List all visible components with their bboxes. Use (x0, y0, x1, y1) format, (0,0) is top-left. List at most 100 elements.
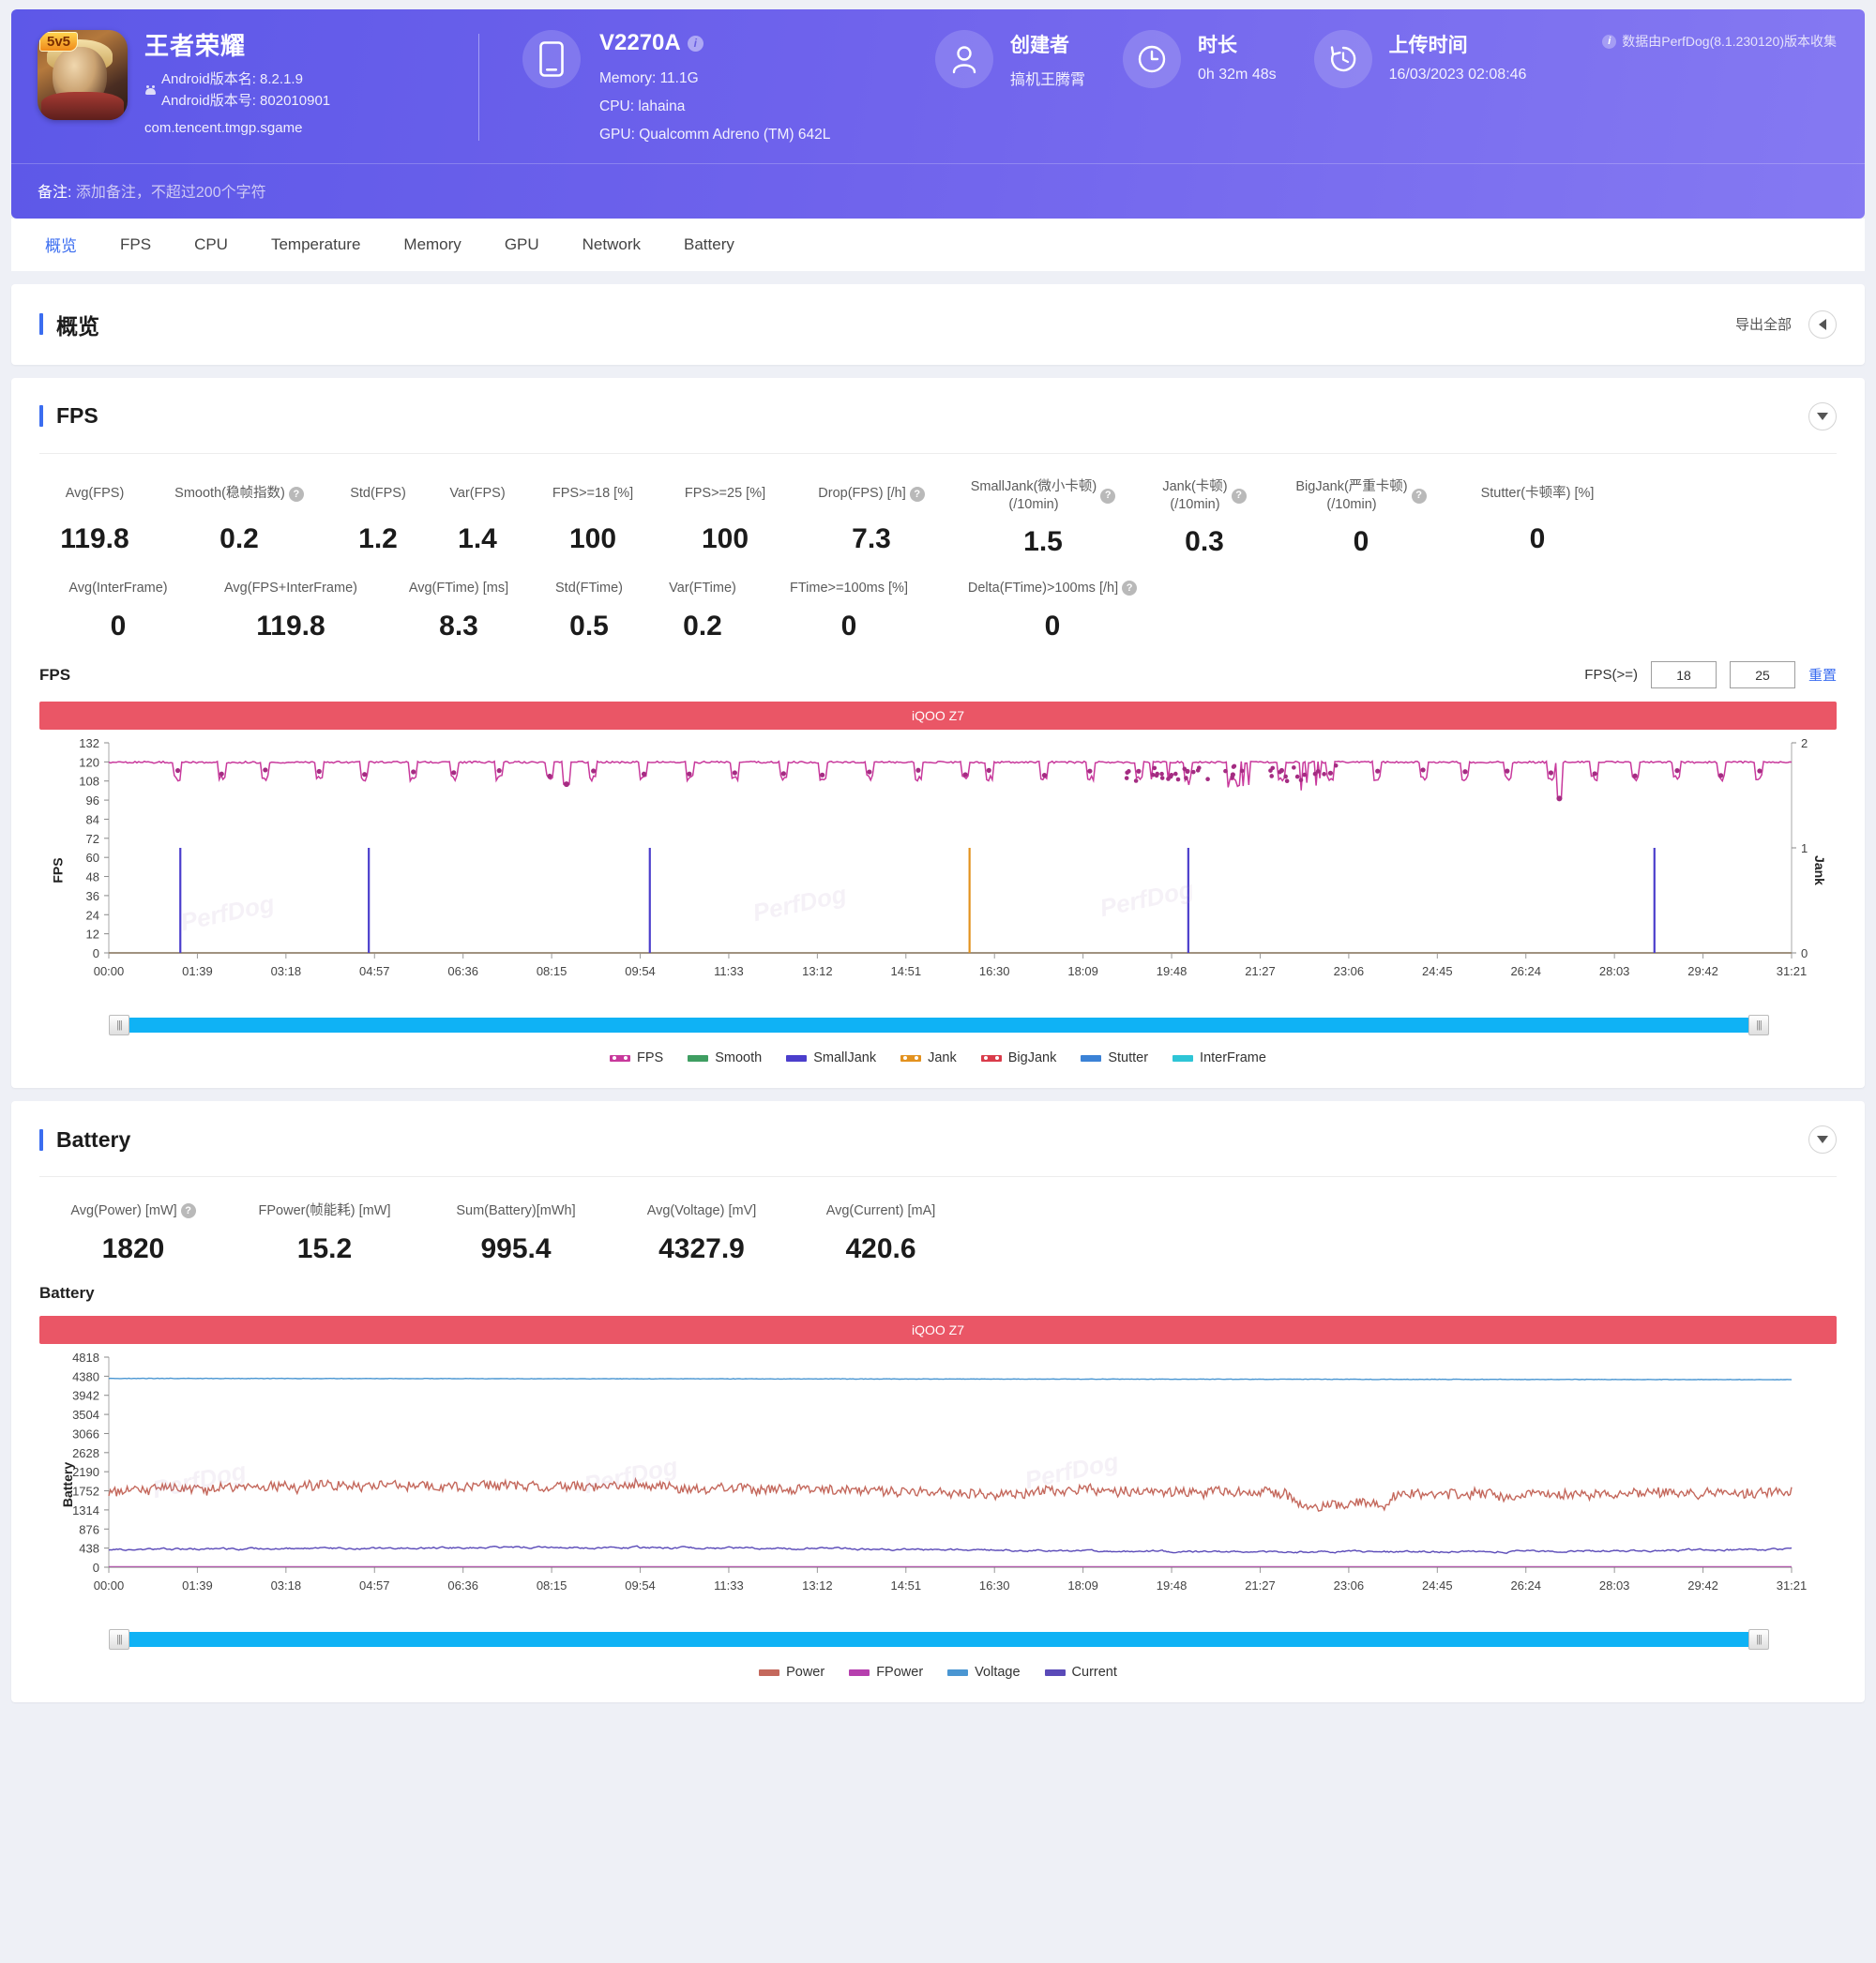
help-icon[interactable]: ? (909, 486, 925, 502)
legend-item[interactable]: BigJank (980, 1050, 1056, 1065)
svg-text:0: 0 (1801, 946, 1808, 960)
scrollbar-track[interactable] (129, 1018, 1748, 1034)
metric-label: Sum(Battery)[mWh] (456, 1202, 576, 1218)
metric-value: 0 (840, 611, 857, 642)
device-info-block: V2270A i Memory: 11.1G CPU: lahaina GPU:… (522, 30, 898, 150)
battery-collapse-button[interactable] (1808, 1125, 1837, 1155)
svg-text:19:48: 19:48 (1157, 964, 1188, 978)
scrollbar-handle-left[interactable]: ||| (109, 1629, 129, 1651)
tab-network[interactable]: Network (581, 220, 643, 269)
legend-item[interactable]: SmallJank (786, 1050, 876, 1065)
metric-var-fps: Var(FPS) 1.4 (428, 478, 527, 555)
legend-label: SmallJank (813, 1050, 877, 1066)
legend-item[interactable]: Power (759, 1665, 825, 1680)
fps-chart-svg: 0122436486072849610812013201200:00 01:39 0… (79, 736, 1808, 978)
legend-item[interactable]: Smooth (688, 1050, 762, 1065)
metric-value: 7.3 (852, 522, 891, 554)
tab-cpu[interactable]: CPU (192, 220, 230, 269)
fps-metrics-row-1: Avg(FPS) 119.8 Smooth(稳帧指数)? 0.2 Std(FPS… (39, 478, 1837, 559)
info-icon[interactable]: i (687, 35, 704, 52)
tab-gpu[interactable]: GPU (503, 220, 541, 269)
note-row[interactable]: 备注: 添加备注，不超过200个字符 (11, 162, 1865, 219)
metric-value: 0 (1529, 522, 1546, 554)
metric-var-ftime: Var(FTime) 0.2 (645, 579, 760, 642)
metric-label: Stutter(卡顿率) [%] (1480, 486, 1595, 502)
tab-overview[interactable]: 概览 (43, 218, 79, 271)
svg-text:01:39: 01:39 (182, 964, 213, 978)
collapse-sidebar-button[interactable] (1808, 310, 1837, 339)
fps-chart-device-bar: iQOO Z7 (39, 702, 1837, 731)
metric-label: FTime>=100ms [%] (790, 580, 908, 596)
help-icon[interactable]: ? (1231, 488, 1247, 504)
scrollbar-handle-left[interactable]: ||| (109, 1015, 129, 1036)
app-icon-art-armor (41, 92, 124, 120)
page-root: 5v5 王者荣耀 Android版本名: 8.2.1.9 Android版本号:… (0, 0, 1876, 1730)
metric-value: 0.2 (219, 522, 259, 554)
android-version-name-value: 8.2.1.9 (260, 71, 303, 88)
fps-y2-axis-title: Jank (1812, 855, 1828, 886)
collector-text: 数据由PerfDog(8.1.230120)版本收集 (1622, 34, 1837, 49)
tab-memory[interactable]: Memory (401, 220, 462, 269)
legend-item[interactable]: InterFrame (1172, 1050, 1266, 1065)
upload-time-label: 上传时间 (1388, 35, 1468, 56)
tab-fps[interactable]: FPS (118, 220, 153, 269)
fps-threshold-input-1[interactable] (1650, 661, 1717, 689)
metric-avg-fps: Avg(FPS) 119.8 (39, 478, 150, 555)
legend-swatch-icon (1172, 1054, 1194, 1062)
fps-threshold-input-2[interactable] (1729, 661, 1795, 689)
fps-collapse-button[interactable] (1808, 401, 1837, 430)
battery-plot-area[interactable]: Battery PerfDog PerfDog PerfDog 0 438 876 1… (39, 1344, 1837, 1625)
metric-value: 100 (568, 522, 617, 554)
help-icon[interactable]: ? (180, 1203, 196, 1219)
svg-text:14:51: 14:51 (891, 1578, 922, 1593)
svg-text:16:30: 16:30 (979, 964, 1010, 978)
header-divider (478, 34, 479, 141)
app-package-name: com.tencent.tmgp.sgame (144, 119, 303, 136)
fps-plot-area[interactable]: FPS Jank PerfDog PerfDog PerfDog 0 12 24 36… (39, 730, 1837, 1011)
tab-battery[interactable]: Battery (682, 220, 736, 269)
legend-item[interactable]: FPower (849, 1665, 923, 1680)
scrollbar-handle-right[interactable]: ||| (1748, 1629, 1769, 1651)
svg-text:14:51: 14:51 (891, 964, 922, 978)
svg-text:29:42: 29:42 (1687, 964, 1718, 978)
tab-bar: 概览 FPS CPU Temperature Memory GPU Networ… (11, 218, 1865, 271)
legend-swatch-icon (980, 1054, 1002, 1062)
svg-text:13:12: 13:12 (802, 964, 833, 978)
help-icon[interactable]: ? (1122, 581, 1138, 596)
metric-avg-interframe: Avg(InterFrame) 0 (39, 579, 197, 642)
help-icon[interactable]: ? (1100, 488, 1116, 504)
svg-text:08:15: 08:15 (537, 1578, 567, 1593)
svg-text:3066: 3066 (72, 1427, 99, 1442)
export-all-button[interactable]: 导出全部 (1735, 314, 1792, 334)
metric-label: Delta(FTime)>100ms [/h] (967, 580, 1119, 596)
legend-item[interactable]: FPS (610, 1050, 663, 1065)
note-placeholder[interactable]: 添加备注，不超过200个字符 (76, 185, 266, 201)
metric-avg-power: Avg(Power) [mW]? 1820 (39, 1201, 227, 1265)
legend-item[interactable]: Current (1044, 1665, 1117, 1680)
svg-text:438: 438 (79, 1542, 99, 1556)
help-icon[interactable]: ? (1411, 488, 1427, 504)
battery-chart-device-bar: iQOO Z7 (39, 1316, 1837, 1345)
legend-label: Jank (928, 1050, 957, 1066)
legend-item[interactable]: Jank (900, 1050, 957, 1065)
legend-item[interactable]: Stutter (1081, 1050, 1148, 1065)
scrollbar-track[interactable] (129, 1632, 1748, 1648)
fps-chart-scrollbar[interactable]: ||| ||| (39, 1015, 1837, 1036)
battery-chart-scrollbar[interactable]: ||| ||| (39, 1629, 1837, 1651)
metric-label: Smooth(稳帧指数) (174, 486, 285, 502)
device-gpu: GPU: Qualcomm Adreno (TM) 642L (599, 127, 831, 143)
svg-text:26:24: 26:24 (1510, 964, 1541, 978)
legend-item[interactable]: Voltage (947, 1665, 1021, 1680)
svg-text:11:33: 11:33 (714, 964, 744, 978)
metric-std-ftime: Std(FTime) 0.5 (533, 579, 645, 642)
svg-text:120: 120 (79, 756, 99, 770)
help-icon[interactable]: ? (288, 486, 304, 502)
overview-card: 概览 导出全部 (11, 283, 1865, 365)
svg-text:26:24: 26:24 (1510, 1578, 1541, 1593)
scrollbar-handle-right[interactable]: ||| (1748, 1015, 1769, 1036)
metric-value: 100 (701, 522, 749, 554)
svg-text:03:18: 03:18 (271, 1578, 302, 1593)
reset-button[interactable]: 重置 (1808, 665, 1837, 685)
metric-sum-battery: Sum(Battery)[mWh] 995.4 (422, 1201, 610, 1265)
tab-temperature[interactable]: Temperature (269, 220, 362, 269)
